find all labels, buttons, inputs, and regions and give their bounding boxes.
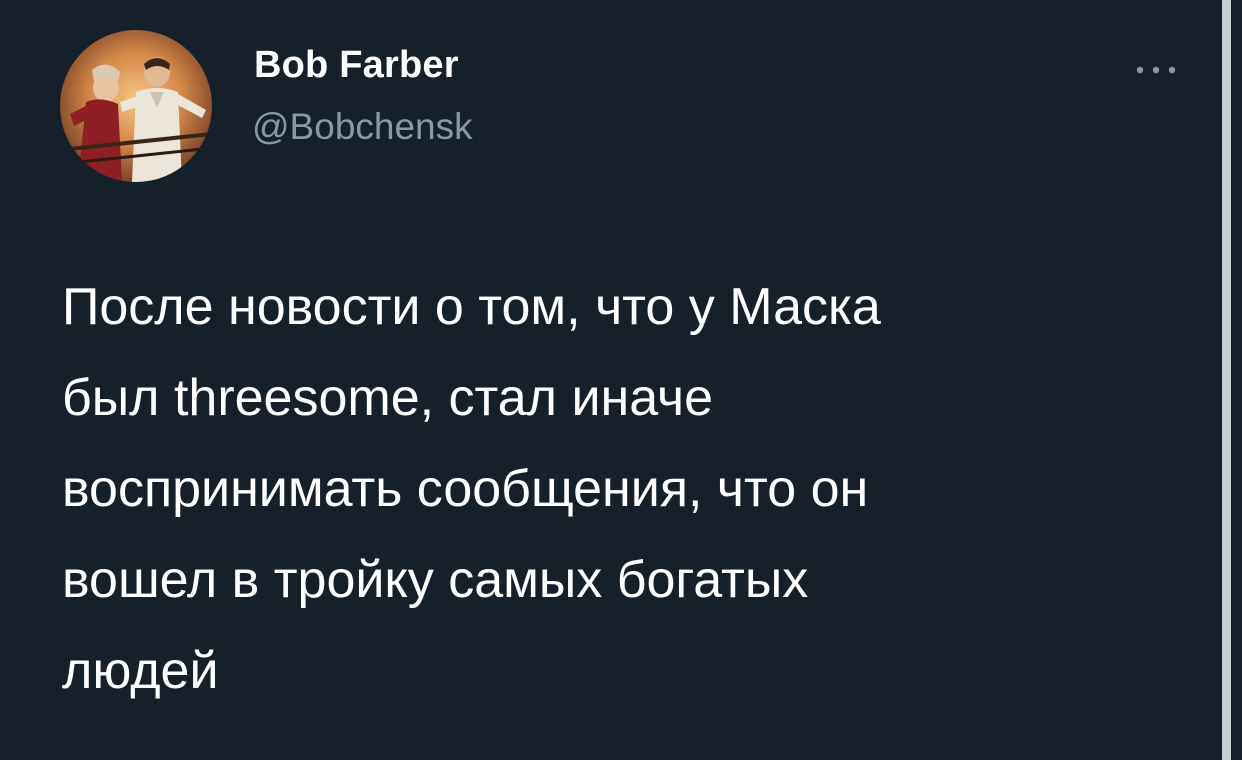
tweet-text-line: вошел в тройку самых богатых [62, 551, 809, 609]
tweet-text-line: был threesome, стал иначе [62, 369, 714, 427]
tweet-text-line: После новости о том, что у Маска [62, 278, 881, 336]
display-name[interactable]: Bob Farber [254, 44, 459, 87]
avatar[interactable] [60, 30, 212, 182]
user-handle[interactable]: @Bobchensk [252, 106, 473, 148]
more-horizontal-icon[interactable] [1128, 52, 1184, 88]
tweet-text: После новости о том, что у Маска был thr… [62, 262, 1182, 717]
tweet-text-line: воспринимать сообщения, что он [62, 460, 869, 518]
tweet-text-line: людей [62, 642, 219, 700]
tweet-card: Bob Farber @Bobchensk После новости о то… [0, 0, 1242, 760]
scrollbar[interactable] [1222, 0, 1231, 760]
